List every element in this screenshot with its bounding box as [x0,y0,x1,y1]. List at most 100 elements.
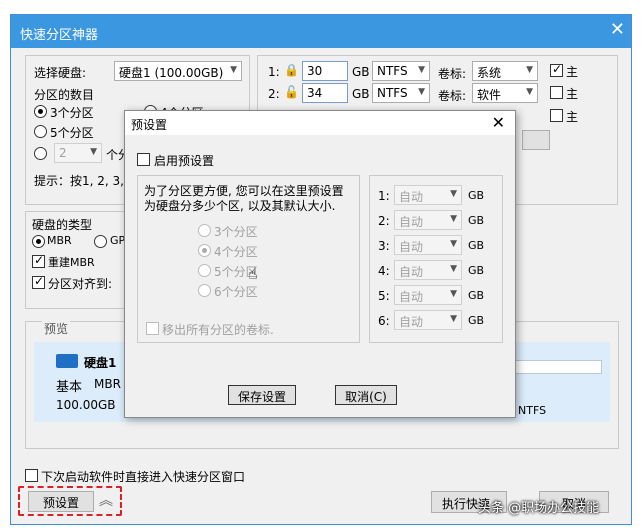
size-row-4-unit: GB [468,264,485,277]
lock-icon: 🔒 [284,63,299,77]
disk-label: 选择硬盘: [34,66,87,80]
rebuild-mbr-label: 重建MBR [48,256,95,269]
radio-mbr[interactable] [32,235,45,248]
radio-5-partitions[interactable] [34,125,47,138]
partition-1-fs[interactable]: NTFS ▼ [372,61,430,81]
dialog-radio-4-label: 4个分区 [214,245,258,259]
partition-count-label: 分区的数目 [34,88,95,102]
chevron-down-icon: ▼ [526,65,533,75]
disk-type-label: 硬盘的类型 [32,218,93,232]
partition-3-primary-checkbox[interactable] [550,109,563,122]
autostart-label: 下次启动软件时直接进入快速分区窗口 [41,470,246,484]
size-row-4-select[interactable]: 自动 ▼ [394,260,462,280]
remove-labels-label: 移出所有分区的卷标. [162,323,274,337]
radio-3-partitions[interactable] [34,105,47,118]
chevron-down-icon: ▼ [450,264,457,274]
dialog-close-icon[interactable]: ✕ [492,113,505,132]
size-row-1-select[interactable]: 自动 ▼ [394,185,462,205]
preview-disk-size: 100.00GB [56,398,116,412]
dialog-cancel-button[interactable]: 取消(C) [335,385,397,405]
partition-2-size[interactable]: 34 [302,83,348,103]
preset-button-label: 预设置 [42,496,79,510]
enable-preset-checkbox[interactable] [137,153,150,166]
size-row-6-unit: GB [468,314,485,327]
disk-select-value: 硬盘1 (100.00GB) [119,66,224,80]
chevron-down-icon: ▼ [418,87,425,97]
size-row-2-num: 2: [378,214,390,228]
chevron-down-icon: ▼ [526,87,533,97]
disk-select[interactable]: 硬盘1 (100.00GB) ▼ [114,61,242,81]
partition-1-primary-label: 主 [566,65,579,79]
size-row-3-unit: GB [468,239,485,252]
preview-fs: NTFS [518,404,547,417]
size-row-1-num: 1: [378,189,390,203]
size-row-1-unit: GB [468,189,485,202]
unlock-icon: 🔓 [284,85,299,99]
partition-2-fs[interactable]: NTFS ▼ [372,83,430,103]
dialog-title: 预设置 [131,118,168,132]
partition-1-num: 1: [268,65,280,79]
size-row-5-select[interactable]: 自动 ▼ [394,285,462,305]
remove-labels-checkbox[interactable] [146,322,159,335]
partition-2-primary-label: 主 [566,87,579,101]
dialog-radio-4[interactable] [198,244,211,257]
dialog-radio-3[interactable] [198,224,211,237]
size-row-2-select[interactable]: 自动 ▼ [394,210,462,230]
size-row-6-select[interactable]: 自动 ▼ [394,310,462,330]
partition-2-num: 2: [268,87,280,101]
partition-2-primary-checkbox[interactable] [550,86,563,99]
chevron-down-icon: ▼ [450,314,457,324]
dialog-sizes-group: 1: 自动 ▼ GB 2: 自动 ▼ GB 3: 自动 ▼ GB 4: 自动 ▼ GB … [369,175,503,343]
size-row-2-unit: GB [468,214,485,227]
partition-1-unit: GB [352,65,370,79]
autostart-checkbox[interactable] [25,469,38,482]
dialog-title-bar: 预设置 ✕ [125,111,515,135]
partition-1-vol-label: 卷标: [438,67,467,81]
preview-label: 预览 [42,320,71,337]
radio-custom-partitions[interactable] [34,147,47,160]
chevron-down-icon: ▼ [418,65,425,75]
partition-1-vol[interactable]: 系统 ▼ [472,61,538,81]
size-row-3-select[interactable]: 自动 ▼ [394,235,462,255]
hint-text: 提示：按1, 2, 3, 4 [34,174,136,188]
double-chevron-up-icon[interactable]: ︽ [99,490,113,510]
chevron-down-icon: ▼ [450,214,457,224]
size-row-6-num: 6: [378,314,390,328]
preview-disk-name: 硬盘1 [84,356,117,370]
align-label: 分区对齐到: [48,277,113,291]
chevron-down-icon: ▼ [230,65,237,75]
dialog-description: 为了分区更方便, 您可以在这里预设置为硬盘分多少个区, 以及其默认大小. [144,184,344,213]
partition-2-unit: GB [352,87,370,101]
dialog-radio-6[interactable] [198,284,211,297]
preview-disk-scheme: MBR [94,377,121,391]
partition-2-vol[interactable]: 软件 ▼ [472,83,538,103]
dialog-radio-6-label: 6个分区 [214,285,258,299]
radio-gpt[interactable] [94,235,107,248]
size-row-3-num: 3: [378,239,390,253]
chevron-down-icon: ▼ [90,147,97,157]
rebuild-mbr-checkbox[interactable] [32,253,45,268]
disk-icon [56,354,78,368]
title-bar: 快速分区神器 ✕ [11,15,631,48]
partition-1-primary-checkbox[interactable] [550,62,563,77]
dialog-cancel-label: 取消(C) [345,390,387,404]
preset-button[interactable]: 预设置 [28,491,94,512]
dialog-options-group: 为了分区更方便, 您可以在这里预设置为硬盘分多少个区, 以及其默认大小. 3个分… [137,175,360,343]
size-row-5-unit: GB [468,289,485,302]
preset-dialog: 预设置 ✕ 启用预设置 为了分区更方便, 您可以在这里预设置为硬盘分多少个区, … [124,110,516,418]
dialog-radio-5[interactable] [198,264,211,277]
save-settings-button[interactable]: 保存设置 [228,385,296,405]
watermark: 头条 @职场办公技能 [478,501,600,516]
chevron-down-icon: ▼ [450,239,457,249]
close-icon[interactable]: ✕ [610,19,625,40]
align-checkbox[interactable] [32,274,45,289]
enable-preset-label: 启用预设置 [154,154,215,168]
partition-1-size[interactable]: 30 [302,61,348,81]
partition-3-primary-label: 主 [566,110,579,124]
dialog-radio-3-label: 3个分区 [214,225,258,239]
hand-cursor-icon: ☝ [248,264,258,283]
partition-action-button[interactable] [522,130,550,150]
size-row-5-num: 5: [378,289,390,303]
custom-count-select[interactable]: 2 ▼ [54,143,102,163]
radio-3-label: 3个分区 [50,106,94,120]
